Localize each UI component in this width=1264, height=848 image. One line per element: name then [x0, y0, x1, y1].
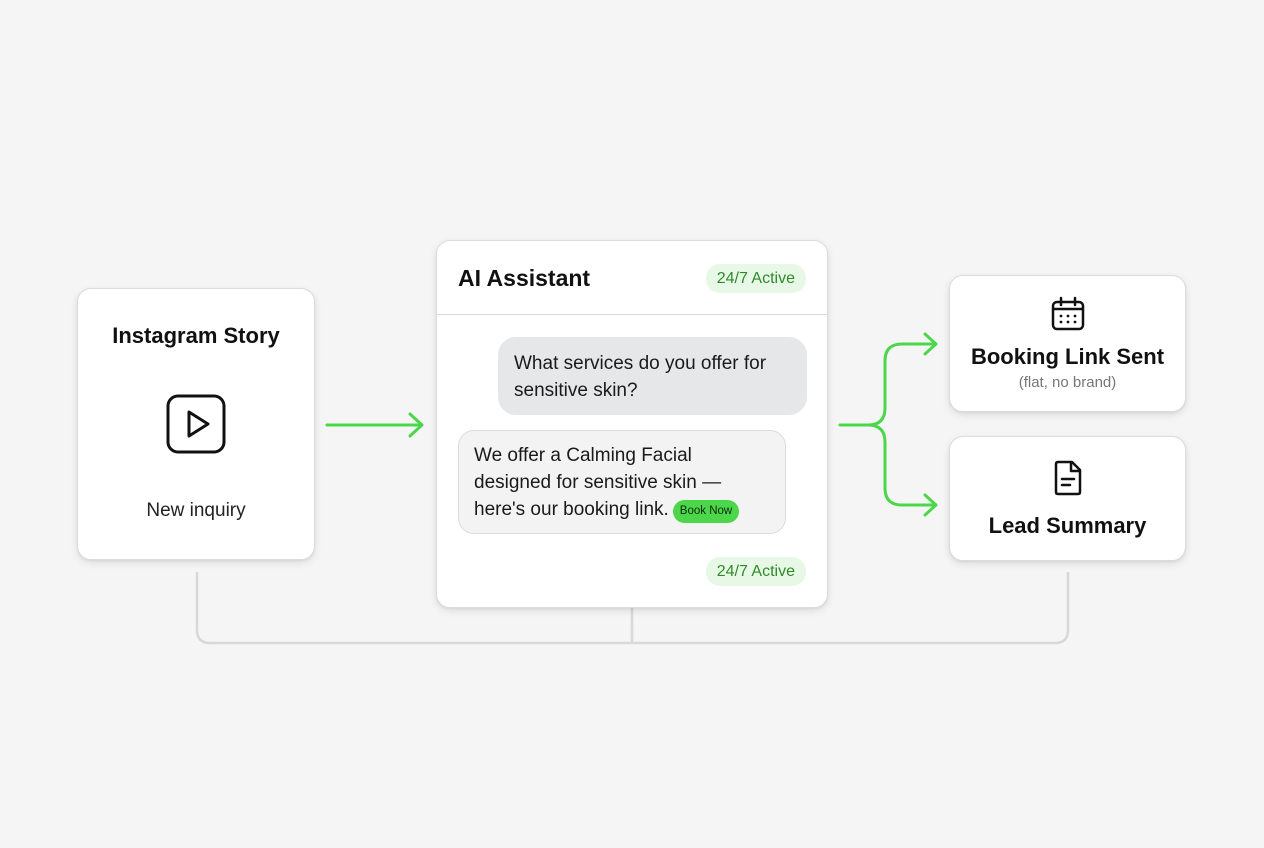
assistant-message-line: here's our booking link.: [474, 499, 669, 520]
book-now-button[interactable]: Book Now: [672, 500, 740, 523]
lead-summary-card: Lead Summary: [949, 436, 1186, 561]
chat-title: AI Assistant: [458, 265, 591, 291]
story-card-subtitle: New inquiry: [146, 500, 246, 521]
lead-card-title: Lead Summary: [988, 513, 1147, 538]
story-card-title: Instagram Story: [112, 323, 280, 348]
booking-link-sent-card: Booking Link Sent (flat, no brand): [949, 275, 1186, 412]
booking-card-subtitle: (flat, no brand): [1018, 374, 1117, 391]
status-badge-footer: 24/7 Active: [705, 557, 806, 586]
instagram-story-card: Instagram Story New inquiry: [77, 288, 315, 560]
arrow-chat-to-outputs: [838, 332, 938, 517]
chat-header: AI Assistant 24/7 Active: [437, 241, 827, 315]
user-message-line: What services do you offer: [514, 353, 739, 374]
user-message-bubble: What services do you offer for sensitive…: [498, 337, 807, 415]
calendar-icon: [1051, 296, 1085, 331]
status-badge: 24/7 Active: [705, 264, 806, 293]
play-icon: [166, 394, 226, 454]
ai-assistant-card: AI Assistant 24/7 Active What services d…: [436, 240, 828, 608]
booking-card-title: Booking Link Sent: [970, 344, 1165, 369]
assistant-message-line: We offer a Calming Facial: [474, 445, 692, 466]
assistant-message-line: designed for sensitive skin —: [474, 472, 722, 493]
flow-diagram: Instagram Story New inquiry AI Assistant…: [0, 0, 1264, 848]
assistant-message-bubble: We offer a Calming Facial designed for s…: [458, 430, 786, 534]
arrow-story-to-chat: [325, 412, 424, 438]
document-icon: [1054, 460, 1082, 496]
